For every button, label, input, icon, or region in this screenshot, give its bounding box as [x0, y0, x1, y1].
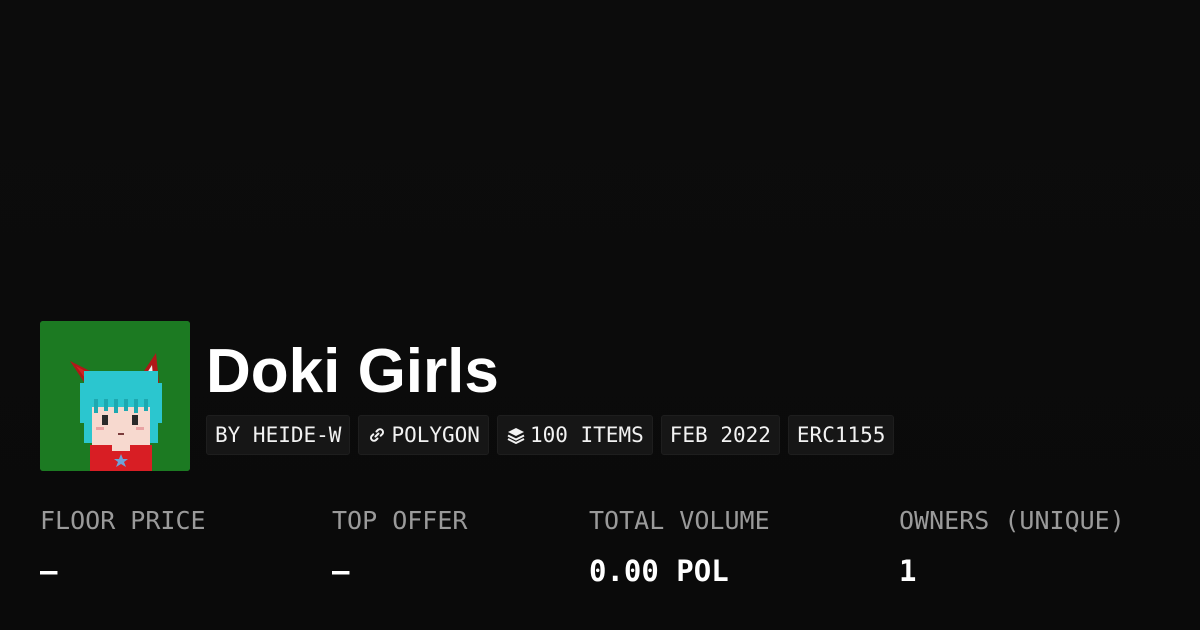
stat-label: TOTAL VOLUME — [589, 506, 770, 535]
items-tag-label: 100 ITEMS — [529, 423, 644, 447]
stat-label: FLOOR PRICE — [40, 506, 206, 535]
stat-value: 1 — [899, 554, 917, 588]
collection-avatar — [40, 321, 190, 471]
stat-value: – — [40, 554, 58, 588]
creator-tag[interactable]: BY HEIDE-W — [206, 415, 351, 455]
collection-title: Doki Girls — [206, 337, 499, 406]
stat-owners: OWNERS (UNIQUE) 1 — [899, 503, 1125, 589]
stat-value: – — [332, 554, 350, 588]
stat-total-volume: TOTAL VOLUME 0.00 POL — [589, 503, 770, 589]
stat-value: 0.00 POL — [589, 554, 729, 588]
stat-floor-price: FLOOR PRICE – — [40, 503, 206, 589]
stat-top-offer: TOP OFFER – — [332, 503, 467, 589]
collection-tags: BY HEIDE-W POLYGON 100 ITEMS FEB 2022 ER… — [206, 415, 895, 455]
stat-label: TOP OFFER — [332, 506, 468, 535]
layers-icon — [506, 425, 526, 445]
items-tag: 100 ITEMS — [496, 415, 653, 455]
token-standard-tag: ERC1155 — [787, 415, 895, 455]
created-date-tag: FEB 2022 — [660, 415, 780, 455]
chain-tag-label: POLYGON — [391, 423, 480, 447]
chain-tag[interactable]: POLYGON — [358, 415, 489, 455]
doki-girl-pixel-avatar — [40, 321, 190, 471]
creator-tag-label: BY HEIDE-W — [215, 423, 342, 447]
created-date-label: FEB 2022 — [669, 423, 771, 447]
link-icon — [367, 425, 387, 445]
collection-share-card: Doki Girls BY HEIDE-W POLYGON 100 ITEMS … — [0, 0, 1200, 630]
token-standard-label: ERC1155 — [796, 423, 886, 447]
stat-label: OWNERS (UNIQUE) — [899, 506, 1125, 535]
